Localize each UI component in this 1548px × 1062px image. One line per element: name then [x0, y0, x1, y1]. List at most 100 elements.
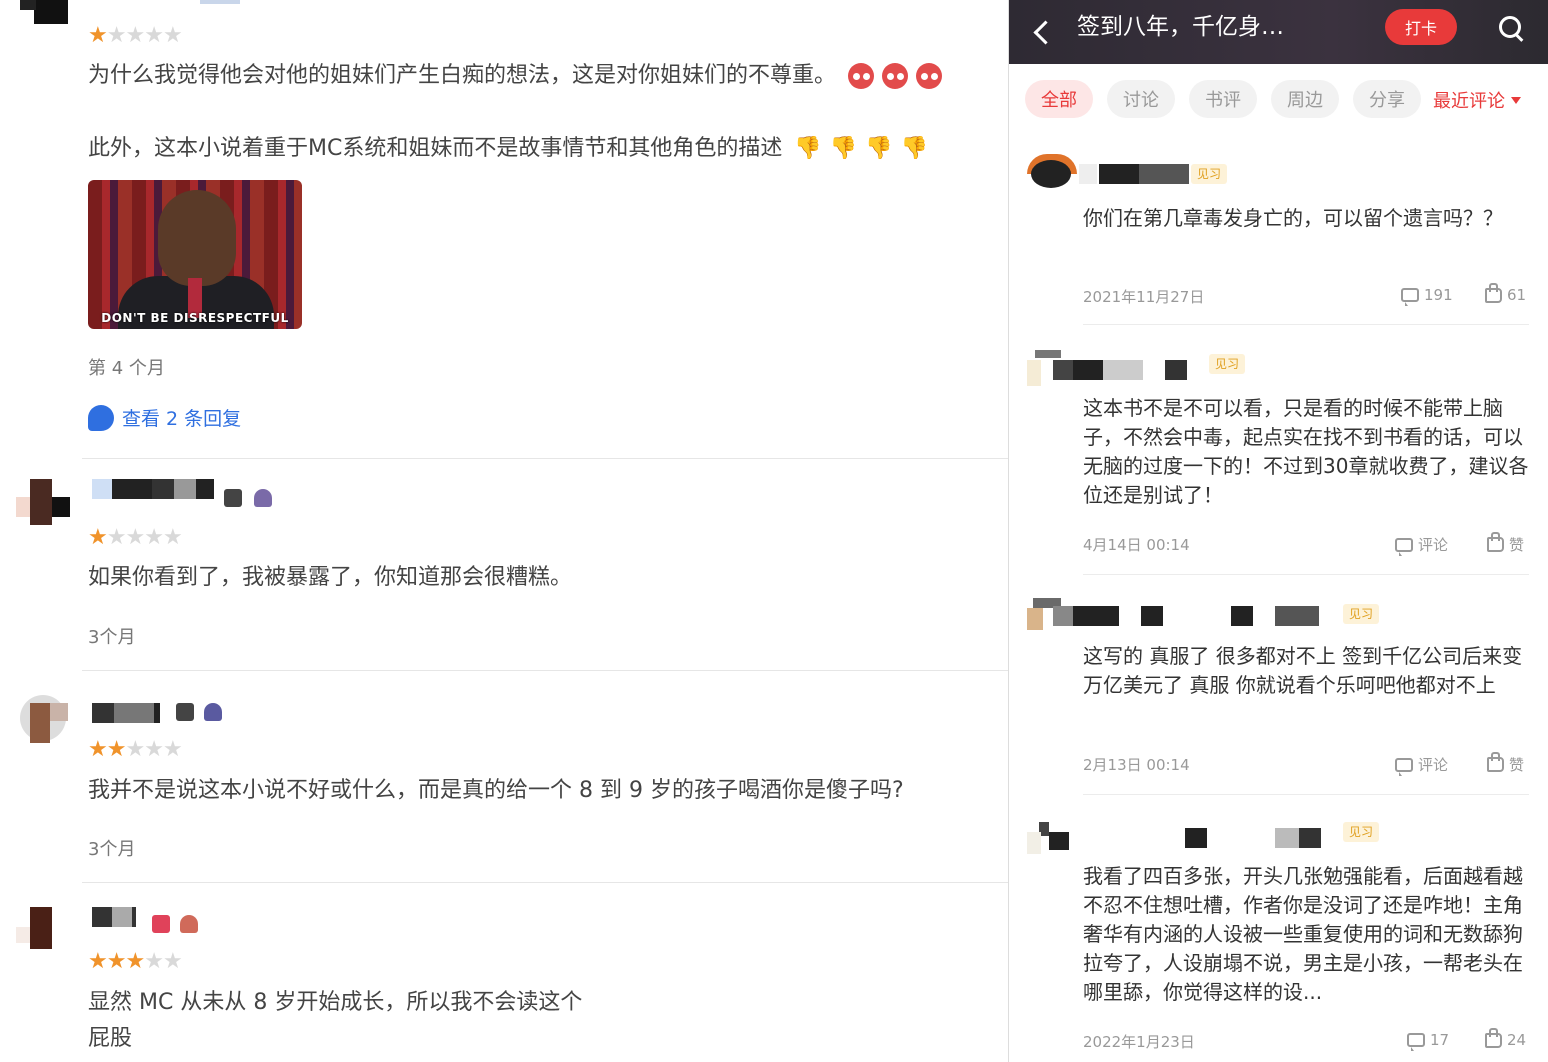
star-empty-icon: ★ [125, 525, 145, 550]
star-empty-icon: ★ [144, 737, 164, 762]
tab-merch[interactable]: 周边 [1271, 80, 1339, 118]
comment-text: 这本书不是不可以看，只是看的时候不能带上脑子，不然会中毒，起点实在找不到书看的话… [1083, 396, 1529, 507]
comment-date: 2022年1月23日 [1083, 1033, 1195, 1051]
star-filled-icon: ★ [88, 949, 108, 974]
reply-button[interactable]: 评论 [1395, 754, 1448, 776]
comment-text: 我看了四百多张，开头几张勉强能看，后面越看越不忍不住想吐槽，作者你是没词了还是咋… [1083, 864, 1523, 1004]
comment-text: 你们在第几章毒发身亡的，可以留个遗言吗？？ [1083, 206, 1503, 230]
star-empty-icon: ★ [106, 23, 127, 48]
star-empty-icon: ★ [144, 23, 164, 48]
reply-count-button[interactable]: 191 [1401, 286, 1453, 306]
star-empty-icon: ★ [162, 949, 183, 974]
checkin-button[interactable]: 打卡 [1385, 9, 1457, 45]
star-empty-icon: ★ [144, 949, 164, 974]
back-arrow-icon[interactable] [1027, 14, 1057, 50]
comment-icon [1407, 1033, 1425, 1051]
comment-item: 见习 你们在第几章毒发身亡的，可以留个遗言吗？？ 2021年11月27日 191… [1009, 146, 1548, 326]
star-filled-icon: ★ [125, 949, 145, 974]
thumbs-up-icon [1485, 1027, 1502, 1048]
thumbs-up-icon [1487, 752, 1504, 772]
comment-date: 4月14日 00:14 [1083, 536, 1190, 554]
star-empty-icon: ★ [162, 23, 183, 48]
star-empty-icon: ★ [162, 737, 183, 762]
review-item: ★★★★★ 显然 MC 从未从 8 岁开始成长，所以我不会读这个 屁股 [0, 883, 1008, 1062]
star-filled-icon: ★ [106, 949, 127, 974]
community-panel: 签到八年，千亿身… 打卡 全部 讨论 书评 周边 分享 最近评论 见习 你们在第… [1008, 0, 1548, 1062]
review-text: 显然 MC 从未从 8 岁开始成长，所以我不会读这个 [88, 990, 583, 1015]
review-text: 为什么我觉得他会对他的姐妹们产生白痴的想法，这是对你姐妹们的不尊重。 [88, 58, 943, 94]
avatar[interactable] [16, 905, 70, 959]
avatar[interactable] [1027, 146, 1077, 196]
level-badge: 见习 [1209, 354, 1246, 374]
divider [1083, 574, 1529, 575]
comment-date: 2月13日 00:14 [1083, 756, 1190, 774]
search-icon[interactable] [1497, 14, 1525, 42]
sort-label: 最近评论 [1433, 91, 1505, 112]
view-replies-label: 查看 2 条回复 [122, 408, 242, 430]
avatar[interactable] [16, 0, 70, 30]
star-filled-icon: ★ [88, 525, 108, 550]
star-rating: ★★★★★ [88, 949, 183, 974]
comment-item: 见习 这写的 真服了 很多都对不上 签到千亿公司后来变万亿美元了 真服 你就说看… [1009, 596, 1548, 796]
comment-item: 见习 这本书不是不可以看，只是看的时候不能带上脑子，不然会中毒，起点实在找不到书… [1009, 346, 1548, 576]
review-image[interactable]: DON'T BE DISRESPECTFUL [88, 180, 302, 329]
username-redacted [90, 0, 290, 10]
tab-all[interactable]: 全部 [1025, 80, 1093, 118]
review-text-continued: 此外，这本小说着重于MC系统和姐妹而不是故事情节和其他角色的描述 👎 👎 👎 👎 [88, 131, 928, 167]
like-button[interactable]: 61 [1485, 282, 1526, 304]
image-caption: DON'T BE DISRESPECTFUL [101, 311, 289, 325]
review-time: 第 4 个月 [88, 358, 165, 379]
review-text: 我并不是说这本小说不好或什么，而是真的给一个 8 到 9 岁的孩子喝酒你是傻子吗… [88, 778, 904, 803]
divider [1083, 794, 1529, 795]
thumbs-up-icon [1485, 282, 1502, 303]
reply-count-button[interactable]: 17 [1407, 1031, 1449, 1051]
thumbs-down-icons: 👎 👎 👎 👎 [794, 136, 928, 161]
star-rating: ★★★★★ [88, 737, 183, 762]
like-button[interactable]: 24 [1485, 1027, 1526, 1049]
tab-book-review[interactable]: 书评 [1189, 80, 1257, 118]
angry-emoji-icons [848, 63, 943, 89]
avatar[interactable] [16, 691, 70, 745]
thumbs-up-icon [1487, 532, 1504, 552]
star-rating: ★★★★★ [88, 525, 183, 550]
comment-icon [1395, 537, 1413, 556]
filter-tabs: 全部 讨论 书评 周边 分享 [1025, 80, 1421, 118]
comment-item: 见习 我看了四百多张，开头几张勉强能看，后面越看越不忍不住想吐槽，作者你是没词了… [1009, 816, 1548, 1062]
comment-text: 这写的 真服了 很多都对不上 签到千亿公司后来变万亿美元了 真服 你就说看个乐呵… [1083, 644, 1523, 697]
rank-badge-icon [254, 489, 272, 507]
rank-badge-icon [204, 703, 222, 721]
review-panel: ★★★★★ 为什么我觉得他会对他的姐妹们产生白痴的想法，这是对你姐妹们的不尊重。… [0, 0, 1008, 1062]
review-time: 3个月 [88, 627, 136, 648]
reply-button[interactable]: 评论 [1395, 534, 1448, 556]
chat-bubble-icon [88, 404, 114, 431]
avatar[interactable] [16, 477, 70, 531]
review-text-continued: 屁股 [88, 1026, 133, 1051]
star-empty-icon: ★ [144, 525, 164, 550]
vip-badge-icon [176, 703, 194, 721]
tab-share[interactable]: 分享 [1353, 80, 1421, 118]
avatar[interactable] [1027, 818, 1077, 868]
vip-badge-icon [224, 489, 242, 507]
review-item: ★★★★★ 我并不是说这本小说不好或什么，而是真的给一个 8 到 9 岁的孩子喝… [0, 671, 1008, 883]
sort-dropdown[interactable]: 最近评论 [1433, 87, 1521, 113]
star-filled-icon: ★ [106, 737, 127, 762]
review-item: ★★★★★ 如果你看到了，我被暴露了，你知道那会很糟糕。 3个月 [0, 459, 1008, 671]
review-text: 如果你看到了，我被暴露了，你知道那会很糟糕。 [88, 565, 573, 590]
tab-discussion[interactable]: 讨论 [1107, 80, 1175, 118]
comment-icon [1395, 757, 1413, 776]
caret-down-icon [1511, 96, 1521, 104]
review-time: 3个月 [88, 839, 136, 860]
star-rating: ★★★★★ [88, 23, 183, 48]
star-empty-icon: ★ [125, 23, 145, 48]
level-badge: 见习 [1343, 822, 1380, 842]
review-item: ★★★★★ 为什么我觉得他会对他的姐妹们产生白痴的想法，这是对你姐妹们的不尊重。… [0, 0, 1008, 459]
vip-badge-icon [152, 915, 170, 933]
like-button[interactable]: 赞 [1487, 532, 1524, 555]
like-button[interactable]: 赞 [1487, 752, 1524, 775]
comment-date: 2021年11月27日 [1083, 288, 1205, 306]
star-filled-icon: ★ [88, 23, 108, 48]
star-empty-icon: ★ [125, 737, 145, 762]
view-replies-link[interactable]: 查看 2 条回复 [88, 404, 241, 431]
star-empty-icon: ★ [106, 525, 127, 550]
rank-badge-icon [180, 915, 198, 933]
